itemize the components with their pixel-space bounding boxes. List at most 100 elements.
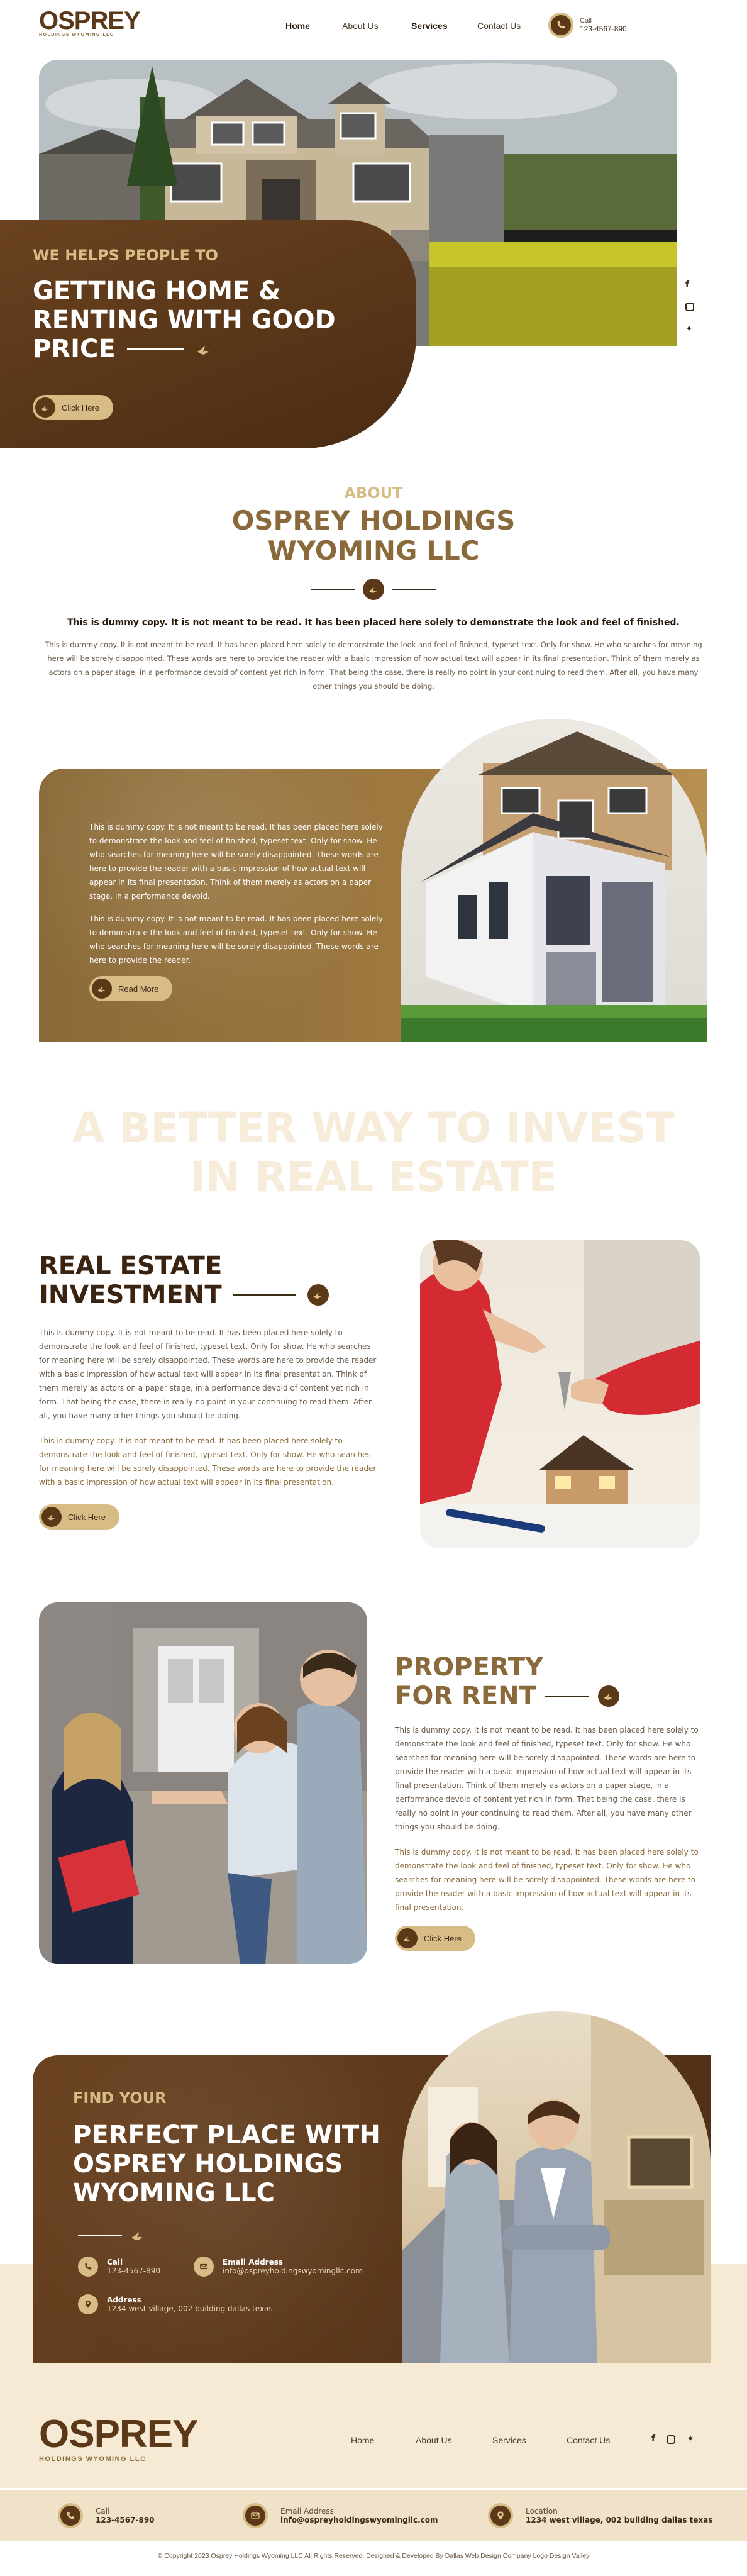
rent-title: PROPERTY FOR RENT — [395, 1653, 700, 1711]
footer-contact-bar: Call 123-4567-890 Email Address info@osp… — [0, 2490, 747, 2541]
instagram-icon[interactable] — [667, 2435, 676, 2444]
find-people-image — [402, 2011, 711, 2363]
bird-icon — [307, 1284, 329, 1306]
logo[interactable]: OSPREY HOLDINGS WYOMING LLC — [39, 7, 141, 37]
hero-click-button[interactable]: Click Here — [33, 395, 113, 420]
about-divider — [0, 579, 747, 600]
find-email-label: Email Address — [223, 2258, 284, 2267]
about-lead: This is dummy copy. It is not meant to b… — [67, 618, 680, 628]
find-title-line1: PERFECT PLACE WITH — [73, 2121, 380, 2150]
header-call[interactable]: Call 123-4567-890 — [548, 13, 627, 38]
footer-nav-services[interactable]: Services — [492, 2435, 567, 2445]
copyright: © Copyright 2023 Osprey Holdings Wyoming… — [157, 2552, 590, 2560]
footer: OSPREY HOLDINGS WYOMING LLC Home About U… — [0, 2371, 747, 2576]
social-bar: f ✦ — [685, 280, 694, 334]
facebook-icon[interactable]: f — [651, 2434, 655, 2444]
location-pin-icon — [78, 2294, 98, 2314]
hero-title-line3: PRICE — [33, 335, 116, 364]
footer-social: f ✦ — [651, 2434, 694, 2444]
footer-call-value: 123-4567-890 — [96, 2516, 155, 2524]
header-call-number: 123-4567-890 — [580, 25, 627, 33]
watermark-heading: A BETTER WAY TO INVEST IN REAL ESTATE — [0, 1104, 747, 1202]
investment-para2: This is dummy copy. It is not meant to b… — [39, 1436, 377, 1487]
read-more-label: Read More — [118, 984, 159, 994]
hero-divider — [126, 348, 184, 350]
about-title-line2: WYOMING LLC — [267, 535, 480, 566]
footer-nav-contact-us[interactable]: Contact Us — [567, 2435, 636, 2445]
footer-call[interactable]: Call 123-4567-890 — [58, 2503, 154, 2528]
investment-image — [420, 1240, 700, 1548]
hero-eyebrow: WE HELPS PEOPLE TO — [33, 247, 219, 264]
investment-button-label: Click Here — [68, 1512, 106, 1522]
footer-location: Location 1234 west village, 002 building… — [488, 2503, 712, 2528]
facebook-icon[interactable]: f — [685, 280, 694, 290]
watermark-line1: A BETTER WAY TO INVEST — [72, 1104, 675, 1152]
header-call-label: Call — [580, 17, 592, 25]
hero-title-line2: RENTING WITH GOOD — [33, 306, 336, 335]
investment-title-line1: REAL ESTATE — [39, 1252, 223, 1280]
footer-logo-subtitle: HOLDINGS WYOMING LLC — [39, 2455, 147, 2463]
twitter-icon[interactable]: ✦ — [687, 2434, 694, 2444]
footer-logo[interactable]: OSPREY HOLDINGS WYOMING LLC — [39, 2415, 198, 2463]
site-header: OSPREY HOLDINGS WYOMING LLC Home About U… — [0, 0, 747, 57]
about-title: OSPREY HOLDINGS WYOMING LLC — [0, 506, 747, 566]
nav-about-us[interactable]: About Us — [342, 21, 411, 31]
find-title-line2: OSPREY HOLDINGS — [73, 2150, 343, 2179]
find-address: Address 1234 west village, 002 building … — [78, 2294, 273, 2314]
bird-icon — [363, 579, 384, 600]
feature-house-image — [401, 719, 707, 1042]
rent-title-line1: PROPERTY — [395, 1653, 544, 1682]
rent-button-label: Click Here — [424, 1933, 462, 1943]
investment-click-button[interactable]: Click Here — [39, 1504, 119, 1530]
about-section: ABOUT OSPREY HOLDINGS WYOMING LLC This i… — [0, 484, 747, 698]
footer-email-value: info@ospreyholdingswyomingllc.com — [280, 2516, 438, 2524]
bird-icon — [195, 340, 214, 358]
logo-wordmark: OSPREY — [39, 7, 141, 35]
find-call-value: 123-4567-890 — [107, 2267, 161, 2275]
about-paragraph: This is dummy copy. It is not meant to b… — [45, 640, 702, 691]
bird-icon — [397, 1928, 418, 1948]
bird-icon — [130, 2226, 147, 2244]
find-address-label: Address — [107, 2296, 141, 2304]
rent-para2: This is dummy copy. It is not meant to b… — [395, 1848, 699, 1912]
bird-icon — [92, 979, 112, 999]
bird-icon — [35, 397, 55, 418]
about-title-line1: OSPREY HOLDINGS — [231, 505, 516, 536]
hero-title: GETTING HOME & RENTING WITH GOOD PRICE — [33, 277, 336, 364]
instagram-icon[interactable] — [685, 303, 694, 311]
about-eyebrow: ABOUT — [344, 484, 403, 502]
mail-icon — [194, 2257, 214, 2277]
rent-title-line2: FOR RENT — [395, 1682, 536, 1711]
feature-para2: This is dummy copy. It is not meant to b… — [89, 914, 383, 965]
find-email[interactable]: Email Address info@ospreyholdingswyoming… — [194, 2257, 363, 2277]
location-pin-icon — [488, 2503, 513, 2528]
investment-para1: This is dummy copy. It is not meant to b… — [39, 1328, 377, 1420]
footer-location-value: 1234 west village, 002 building dallas t… — [526, 2516, 713, 2524]
phone-icon — [548, 13, 573, 38]
investment-title: REAL ESTATE INVESTMENT — [39, 1252, 382, 1309]
twitter-icon[interactable]: ✦ — [685, 324, 694, 334]
nav-home[interactable]: Home — [285, 21, 342, 31]
footer-nav-home[interactable]: Home — [351, 2435, 416, 2445]
hero-panel: WE HELPS PEOPLE TO GETTING HOME & RENTIN… — [0, 220, 416, 448]
watermark-line2: IN REAL ESTATE — [190, 1153, 557, 1201]
mail-icon — [243, 2503, 268, 2528]
footer-call-label: Call — [96, 2507, 110, 2516]
bird-icon — [42, 1507, 62, 1527]
find-title-line3: WYOMING LLC — [73, 2179, 275, 2207]
footer-nav: Home About Us Services Contact Us — [351, 2435, 636, 2445]
find-divider — [78, 2226, 147, 2244]
find-email-value: info@ospreyholdingswyomingllc.com — [223, 2267, 363, 2275]
find-eyebrow: FIND YOUR — [73, 2089, 167, 2107]
rent-section: PROPERTY FOR RENT This is dummy copy. It… — [395, 1653, 700, 1951]
footer-nav-about-us[interactable]: About Us — [416, 2435, 492, 2445]
phone-icon — [78, 2257, 98, 2277]
footer-email[interactable]: Email Address info@ospreyholdingswyoming… — [243, 2503, 438, 2528]
rent-click-button[interactable]: Click Here — [395, 1926, 475, 1951]
find-call-label: Call — [107, 2258, 123, 2267]
nav-services[interactable]: Services — [411, 21, 477, 31]
nav-contact-us[interactable]: Contact Us — [477, 21, 546, 31]
footer-location-label: Location — [526, 2507, 558, 2516]
read-more-button[interactable]: Read More — [89, 976, 173, 1001]
find-call[interactable]: Call 123-4567-890 — [78, 2257, 160, 2277]
